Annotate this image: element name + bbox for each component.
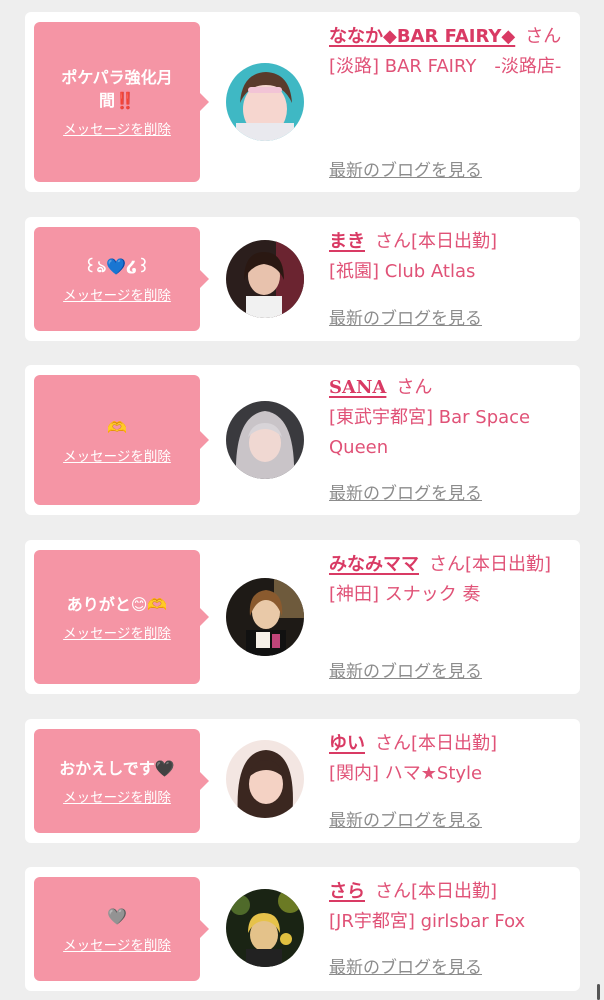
store-info: [祇園] Club Atlas (329, 261, 476, 282)
cast-info: ななか◆BAR FAIRY◆ さん [淡路] BAR FAIRY -淡路店- (329, 22, 568, 82)
avatar[interactable] (226, 240, 304, 318)
cast-info: ゆい さん[本日出勤] [関内] ハマ★Style (329, 729, 568, 789)
avatar[interactable] (226, 740, 304, 818)
cast-info: みなみママ さん[本日出勤] [神田] スナック 奏 (329, 550, 568, 610)
avatar-photo (226, 240, 304, 318)
message-bubble: 🩶 メッセージを削除 (34, 877, 209, 981)
blog-link[interactable]: 最新のブログを見る (329, 304, 482, 329)
cast-name-link[interactable]: みなみママ (329, 554, 419, 575)
delete-message-link[interactable]: メッセージを削除 (63, 118, 171, 138)
store-info: [東武宇都宮] Bar Space Queen (329, 407, 531, 458)
store-info: [JR宇都宮] girlsbar Fox (329, 911, 526, 932)
cast-suffix: さん (525, 26, 562, 47)
store-info: [淡路] BAR FAIRY -淡路店- (329, 56, 562, 77)
cast-suffix: さん[本日出勤] (429, 554, 552, 575)
message-card: 🩶 メッセージを削除 さら さん[本日出勤] [JR宇都宮] girlsbar F… (25, 867, 580, 991)
avatar[interactable] (226, 401, 304, 479)
cast-info: SANA さん [東武宇都宮] Bar Space Queen (329, 373, 568, 463)
message-text: ありがと😊🫶 (66, 594, 168, 614)
message-bubble: おかえしです🖤 メッセージを削除 (34, 729, 209, 833)
avatar-photo (226, 889, 304, 967)
cast-name-link[interactable]: ゆい (329, 733, 365, 754)
avatar[interactable] (226, 889, 304, 967)
avatar[interactable] (226, 63, 304, 141)
delete-message-link[interactable]: メッセージを削除 (63, 622, 171, 642)
blog-link[interactable]: 最新のブログを見る (329, 479, 482, 504)
message-card: ポケパラ強化月間‼️ メッセージを削除 ななか◆BAR FAIRY◆ さん [淡路… (25, 12, 580, 192)
delete-message-link[interactable]: メッセージを削除 (63, 786, 171, 806)
cast-suffix: さん (396, 377, 433, 398)
cast-name-link[interactable]: ななか◆BAR FAIRY◆ (329, 26, 515, 47)
avatar-photo (226, 401, 304, 479)
message-text: ポケパラ強化月間‼️ (61, 68, 173, 110)
message-bubble: ポケパラ強化月間‼️ メッセージを削除 (34, 22, 209, 182)
cast-suffix: さん[本日出勤] (375, 733, 498, 754)
cast-info: まき さん[本日出勤] [祇園] Club Atlas (329, 227, 568, 287)
message-card: 🫶 メッセージを削除 SANA さん [東武宇都宮] Bar Space Quee… (25, 365, 580, 515)
cast-name-link[interactable]: さら (329, 881, 365, 902)
message-card: ꒰ঌ💙໒꒱ メッセージを削除 まき さん[本日出勤] [祇園] Club Atla… (25, 217, 580, 341)
avatar[interactable] (226, 578, 304, 656)
cast-name-link[interactable]: SANA (329, 377, 386, 398)
scrollbar[interactable] (597, 984, 600, 1000)
delete-message-link[interactable]: メッセージを削除 (63, 445, 171, 465)
message-card: ありがと😊🫶 メッセージを削除 みなみママ さん[本日出勤] [神田] スナック … (25, 540, 580, 694)
cast-suffix: さん[本日出勤] (375, 231, 498, 252)
message-bubble: ꒰ঌ💙໒꒱ メッセージを削除 (34, 227, 209, 331)
message-card: おかえしです🖤 メッセージを削除 ゆい さん[本日出勤] [関内] ハマ★Styl… (25, 719, 580, 843)
message-text: 🩶 (107, 906, 127, 926)
blog-link[interactable]: 最新のブログを見る (329, 156, 482, 181)
delete-message-link[interactable]: メッセージを削除 (63, 284, 171, 304)
message-bubble: 🫶 メッセージを削除 (34, 375, 209, 505)
cast-info: さら さん[本日出勤] [JR宇都宮] girlsbar Fox (329, 877, 568, 937)
store-info: [神田] スナック 奏 (329, 584, 481, 605)
avatar-photo (226, 578, 304, 656)
message-text: ꒰ঌ💙໒꒱ (84, 256, 150, 276)
cast-suffix: さん[本日出勤] (375, 881, 498, 902)
message-bubble: ありがと😊🫶 メッセージを削除 (34, 550, 209, 684)
message-text: 🫶 (107, 417, 127, 437)
blog-link[interactable]: 最新のブログを見る (329, 806, 482, 831)
avatar-photo (226, 63, 304, 141)
blog-link[interactable]: 最新のブログを見る (329, 953, 482, 978)
delete-message-link[interactable]: メッセージを削除 (63, 934, 171, 954)
cast-name-link[interactable]: まき (329, 231, 365, 252)
blog-link[interactable]: 最新のブログを見る (329, 657, 482, 682)
store-info: [関内] ハマ★Style (329, 763, 483, 784)
message-text: おかえしです🖤 (59, 758, 175, 778)
avatar-photo (226, 740, 304, 818)
